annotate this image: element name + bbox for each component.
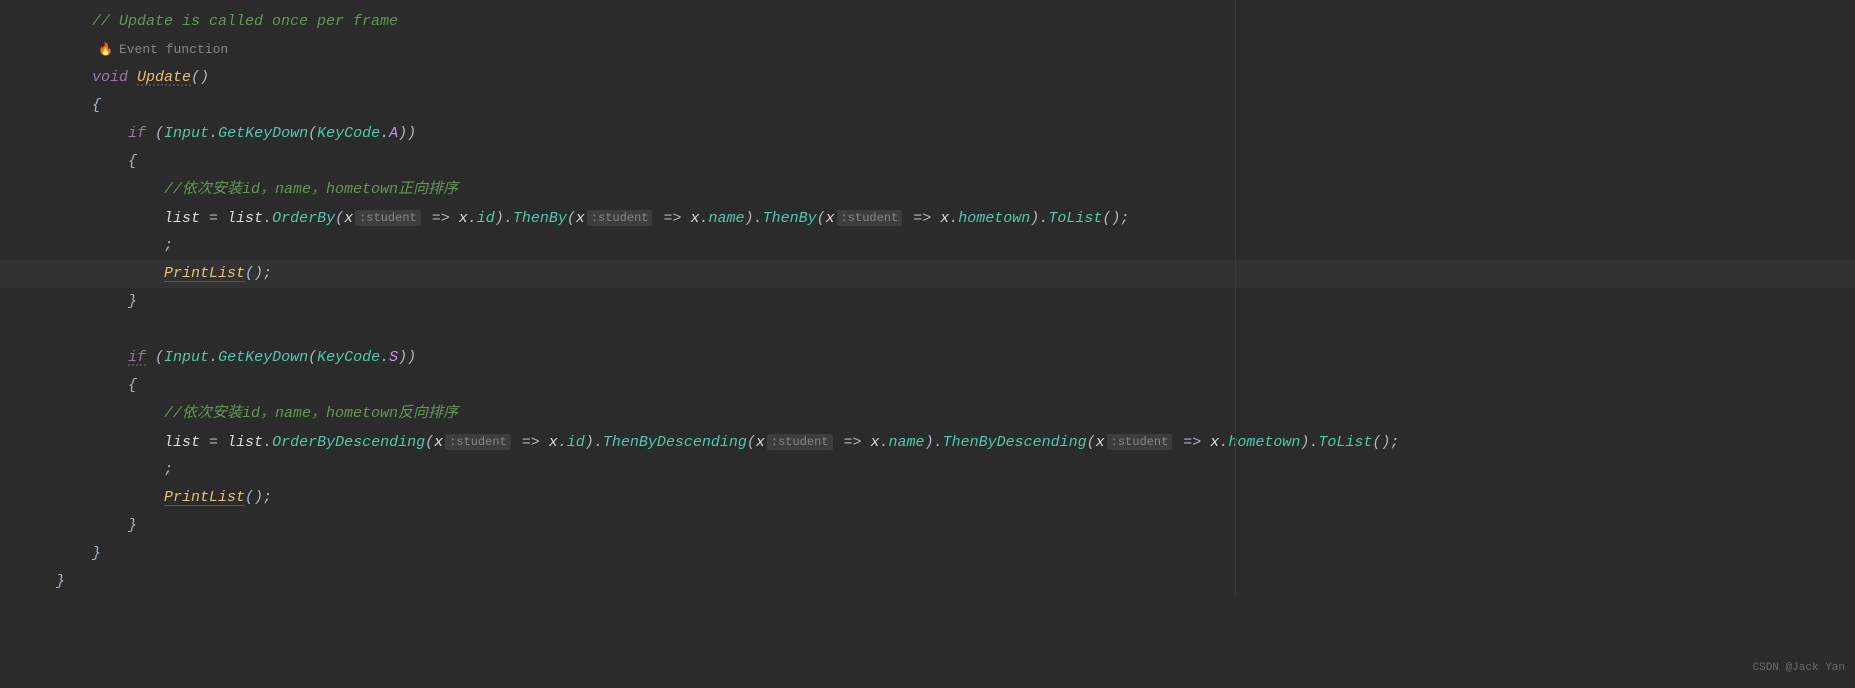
code-line[interactable]: list = list.OrderBy(x:student => x.id).T… [0, 204, 1855, 232]
code-line[interactable]: { [0, 372, 1855, 400]
code-editor[interactable]: // Update is called once per frame 🔥Even… [0, 0, 1855, 596]
method-printlist: PrintList [164, 489, 245, 506]
code-line[interactable]: ; [0, 232, 1855, 260]
semicolon: ; [164, 461, 173, 478]
code-line[interactable]: // Update is called once per frame [0, 8, 1855, 36]
comment: // Update is called once per frame [92, 13, 398, 30]
code-line[interactable]: //依次安装id，name，hometown反向排序 [0, 400, 1855, 428]
semicolon: ; [164, 237, 173, 254]
keyword-if: if [128, 125, 146, 142]
code-line[interactable]: } [0, 512, 1855, 540]
method-thenbydescending: ThenByDescending [603, 434, 747, 451]
inlay-type-hint: :student [445, 434, 511, 450]
code-line[interactable]: if (Input.GetKeyDown(KeyCode.A)) [0, 120, 1855, 148]
enum-key-s: S [389, 349, 398, 366]
code-line-blank[interactable] [0, 316, 1855, 344]
code-line[interactable]: { [0, 92, 1855, 120]
code-line[interactable]: if (Input.GetKeyDown(KeyCode.S)) [0, 344, 1855, 372]
code-line[interactable]: PrintList(); [0, 484, 1855, 512]
inlay-type-hint: :student [767, 434, 833, 450]
code-line[interactable]: ; [0, 456, 1855, 484]
code-line[interactable]: void Update() [0, 64, 1855, 92]
inlay-type-hint: :student [1107, 434, 1173, 450]
inlay-hint-row: 🔥Event function [0, 36, 1855, 64]
type-keycode: KeyCode [317, 125, 380, 142]
method-tolist: ToList [1048, 210, 1102, 227]
method-thenby: ThenBy [513, 210, 567, 227]
code-line[interactable]: } [0, 288, 1855, 316]
comment: //依次安装id，name，hometown正向排序 [164, 181, 458, 198]
enum-key-a: A [389, 125, 398, 142]
method-printlist: PrintList [164, 265, 245, 282]
brace-close: } [92, 545, 101, 562]
method-orderbydescending: OrderByDescending [272, 434, 425, 451]
keyword-if: if [128, 349, 146, 366]
flame-icon: 🔥 [98, 36, 113, 64]
watermark: CSDN @Jack Yan [1753, 654, 1845, 682]
inlay-hint-label: Event function [119, 36, 228, 64]
method-orderby: OrderBy [272, 210, 335, 227]
code-line[interactable]: //依次安装id，name，hometown正向排序 [0, 176, 1855, 204]
brace-open: { [92, 97, 101, 114]
code-line[interactable]: { [0, 148, 1855, 176]
code-line[interactable]: } [0, 568, 1855, 596]
method-name-update: Update [137, 69, 191, 86]
comment: //依次安装id，name，hometown反向排序 [164, 405, 458, 422]
method-getkeydown: GetKeyDown [218, 125, 308, 142]
code-line[interactable]: list = list.OrderByDescending(x:student … [0, 428, 1855, 456]
keyword-void: void [92, 69, 128, 86]
code-line-current[interactable]: PrintList(); [0, 260, 1855, 288]
right-margin-guide [1235, 0, 1236, 596]
inlay-type-hint: :student [587, 210, 653, 226]
type-input: Input [164, 125, 209, 142]
inlay-type-hint: :student [837, 210, 903, 226]
code-line[interactable]: } [0, 540, 1855, 568]
inlay-type-hint: :student [355, 210, 421, 226]
